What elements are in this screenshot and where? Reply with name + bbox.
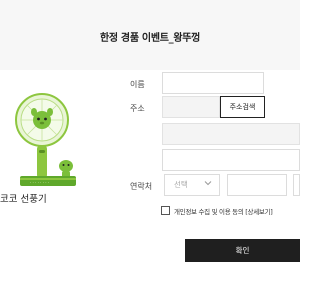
agree-text[interactable]: 개인정보 수집 및 이용 동의 [상세보기] <box>174 206 273 216</box>
phone-prefix-value: 선택 <box>174 180 188 189</box>
phone-middle-input[interactable] <box>227 174 287 196</box>
address-input[interactable] <box>162 123 300 145</box>
address-detail-input[interactable] <box>162 149 300 171</box>
phone-prefix-select[interactable]: 선택 <box>164 174 220 196</box>
zipcode-input[interactable] <box>162 96 220 118</box>
confirm-button[interactable]: 확인 <box>185 239 300 262</box>
page-title: 한정 경품 이벤트_왕뚜껑 <box>99 33 201 44</box>
address-search-button[interactable]: 주소검색 <box>220 96 265 118</box>
address-label: 주소 <box>130 104 145 113</box>
product-name: 코코 선풍기 <box>0 194 47 205</box>
phone-last-input[interactable] <box>293 174 300 196</box>
chevron-down-icon <box>204 181 212 186</box>
svg-text:· · · · · · · ·: · · · · · · · · <box>30 180 49 185</box>
agree-checkbox[interactable] <box>161 206 170 215</box>
name-input[interactable] <box>162 72 264 94</box>
name-label: 이름 <box>130 80 145 89</box>
contact-label: 연락처 <box>130 182 153 191</box>
